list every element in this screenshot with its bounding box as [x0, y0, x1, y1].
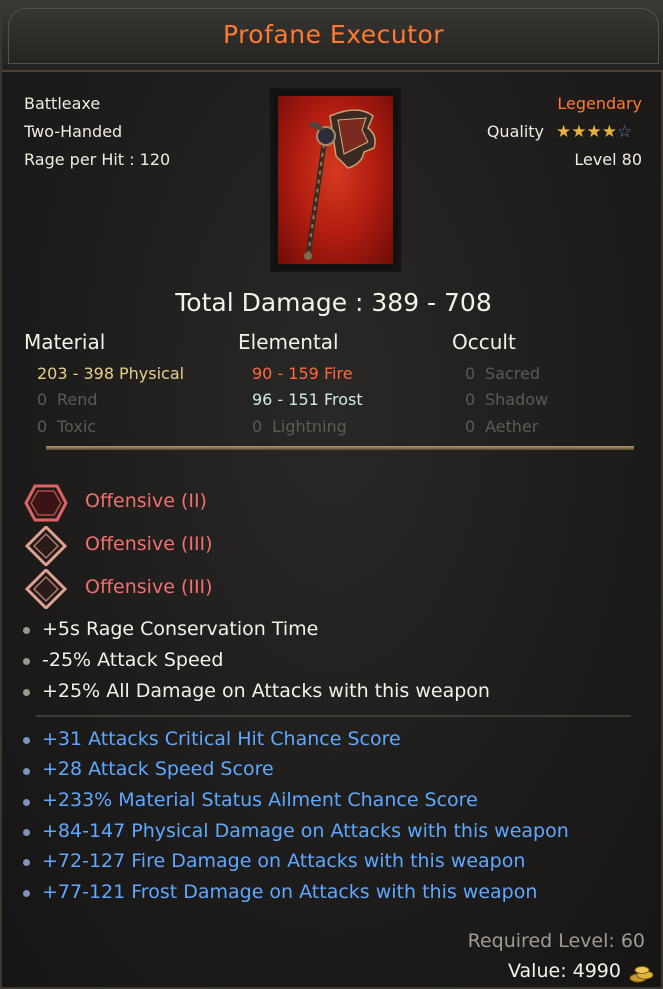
diamond-socket-icon: [24, 526, 68, 566]
bullet-icon: [23, 859, 30, 866]
bullet-icon: [23, 768, 30, 775]
item-handed: Two-Handed: [24, 122, 123, 141]
mod-divider: [36, 715, 631, 717]
affix-mod: +84-147 Physical Damage on Attacks with …: [42, 820, 569, 842]
quality-stars: ★★★★☆: [556, 122, 632, 141]
item-level: Level 80: [574, 150, 642, 169]
star-filled-icon: ★: [586, 122, 602, 142]
material-header: Material: [24, 330, 106, 354]
elemental-header: Elemental: [238, 330, 339, 354]
affix-mod: +28 Attack Speed Score: [42, 758, 274, 780]
rend-damage-value: 0: [37, 390, 48, 409]
sacred-damage-value: 0: [465, 364, 476, 383]
gold-coins-icon: [629, 966, 654, 983]
weapon-image-frame: [270, 88, 401, 272]
lightning-damage-value: 0: [252, 417, 263, 436]
physical-damage-value: 203 - 398: [37, 364, 115, 383]
total-damage: Total Damage : 389 - 708: [175, 288, 492, 317]
occult-header: Occult: [452, 330, 516, 354]
toxic-damage-label: Toxic: [57, 417, 97, 436]
title-bar: Profane Executor: [2, 2, 663, 72]
socket-label-3: Offensive (III): [85, 576, 213, 598]
item-type: Battleaxe: [24, 94, 101, 113]
fire-damage-value: 90 - 159: [252, 364, 319, 383]
bullet-icon: [23, 890, 30, 897]
star-empty-icon: ☆: [617, 122, 633, 142]
shadow-damage-value: 0: [465, 390, 476, 409]
frost-damage-value: 96 - 151: [252, 390, 319, 409]
diamond-socket-icon: [24, 569, 68, 609]
battleaxe-image: [278, 96, 393, 264]
aether-damage-label: Aether: [485, 417, 539, 436]
bullet-icon: [23, 658, 30, 665]
required-level: Required Level: 60: [467, 930, 645, 952]
socket-label-1: Offensive (II): [85, 490, 207, 512]
affix-mod: +77-121 Frost Damage on Attacks with thi…: [42, 881, 538, 903]
bullet-icon: [23, 737, 30, 744]
bullet-icon: [23, 689, 30, 696]
affix-mod: +31 Attacks Critical Hit Chance Score: [42, 728, 401, 750]
affix-mod: +233% Material Status Ailment Chance Sco…: [42, 789, 478, 811]
item-rarity: Legendary: [557, 94, 642, 113]
bullet-icon: [23, 829, 30, 836]
fire-damage-label: Fire: [324, 364, 353, 383]
base-mod: +5s Rage Conservation Time: [42, 618, 319, 640]
star-filled-icon: ★: [571, 122, 587, 142]
rend-damage-label: Rend: [57, 390, 98, 409]
quality-label: Quality: [486, 122, 544, 141]
hexagon-socket-icon: [24, 484, 68, 522]
socket-label-2: Offensive (III): [85, 533, 213, 555]
lightning-damage-label: Lightning: [272, 417, 347, 436]
bullet-icon: [23, 799, 30, 806]
item-value: Value: 4990: [508, 960, 621, 982]
rage-per-hit: Rage per Hit : 120: [24, 150, 171, 169]
item-tooltip: Profane Executor Battleaxe Two-Handed Ra…: [0, 0, 663, 989]
base-mod: -25% Attack Speed: [42, 649, 224, 671]
bullet-icon: [23, 627, 30, 634]
affix-mod: +72-127 Fire Damage on Attacks with this…: [42, 850, 526, 872]
star-filled-icon: ★: [601, 122, 617, 142]
item-name: Profane Executor: [222, 20, 445, 49]
aether-damage-value: 0: [465, 417, 476, 436]
section-divider: [46, 446, 634, 450]
sacred-damage-label: Sacred: [485, 364, 540, 383]
star-filled-icon: ★: [556, 122, 572, 142]
shadow-damage-label: Shadow: [485, 390, 549, 409]
physical-damage-label: Physical: [119, 364, 185, 383]
base-mod: +25% All Damage on Attacks with this wea…: [42, 680, 490, 702]
toxic-damage-value: 0: [37, 417, 48, 436]
frost-damage-label: Frost: [324, 390, 363, 409]
